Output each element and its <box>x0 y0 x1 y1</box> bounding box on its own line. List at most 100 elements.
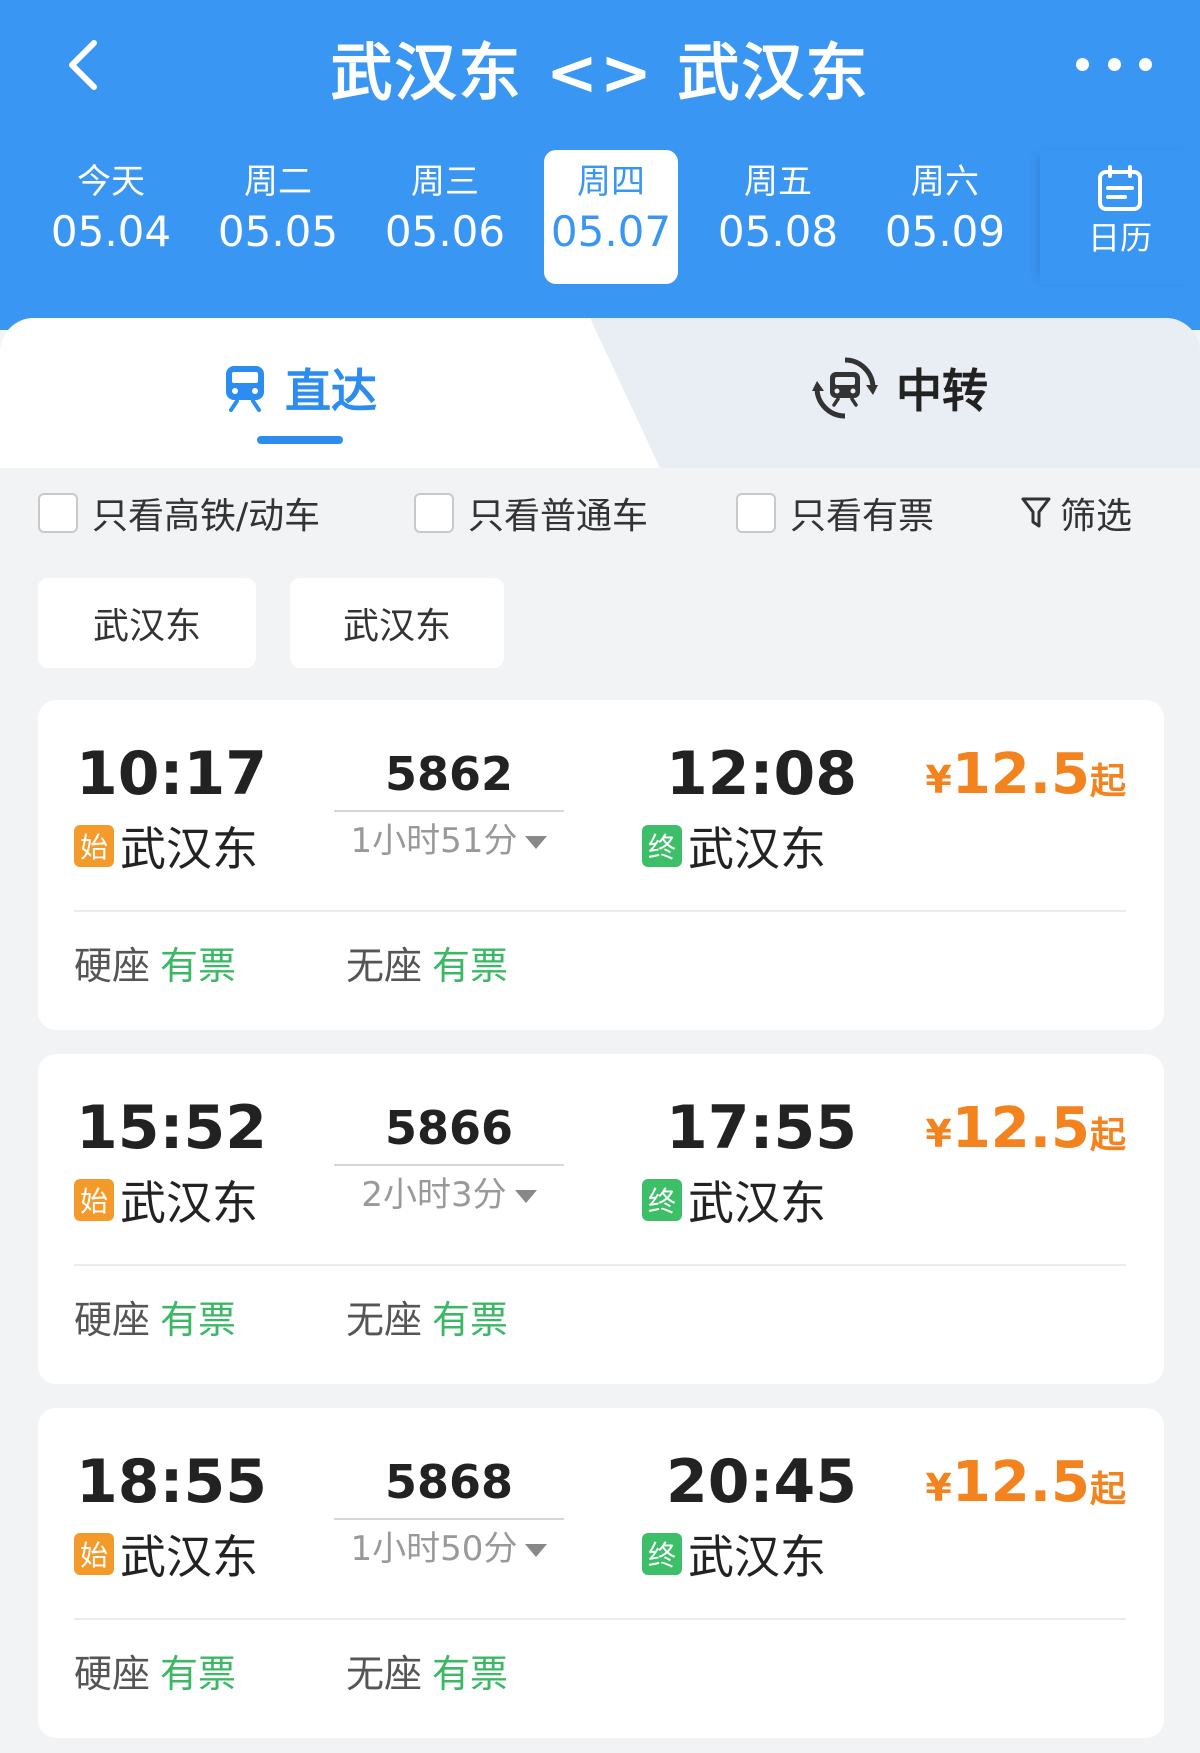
seat-type: 硬座 <box>74 944 151 988</box>
price-currency: ¥ <box>925 1112 952 1156</box>
route-line <box>334 810 564 812</box>
train-card[interactable]: 18:55 5868 1小时50分 20:45 始 武汉东 终 武汉东 ¥12.… <box>38 1408 1164 1738</box>
arrival-time: 12:08 <box>666 739 857 809</box>
caret-down-icon <box>525 1544 548 1557</box>
date-weekday: 周六 <box>911 162 979 202</box>
origin-badge: 始 <box>74 825 114 867</box>
seat-availability: 无座 有票 <box>346 1292 508 1348</box>
date-tab-fri[interactable]: 周五 05.08 <box>711 150 845 284</box>
date-tab-wed[interactable]: 周三 05.06 <box>378 150 512 284</box>
price-suffix: 起 <box>1089 1469 1126 1510</box>
checkbox[interactable] <box>38 493 78 533</box>
filter-available-only[interactable]: 只看有票 <box>736 480 934 546</box>
more-button[interactable] <box>1076 44 1152 84</box>
caret-down-icon <box>514 1190 537 1203</box>
seat-type: 无座 <box>346 1652 423 1696</box>
filter-row: 只看高铁/动车 只看普通车 只看有票 筛选 <box>0 480 1200 550</box>
station-name: 武汉东 <box>120 1176 258 1230</box>
seat-availability: 无座 有票 <box>346 1646 508 1702</box>
station-chip-arrival[interactable]: 武汉东 <box>290 578 504 668</box>
departure-station: 始 武汉东 <box>74 1526 258 1584</box>
train-number: 5866 <box>384 1101 514 1155</box>
duration-toggle[interactable]: 2小时3分 <box>334 1170 564 1220</box>
date-value: 05.05 <box>217 207 339 256</box>
date-value: 05.09 <box>884 207 1006 256</box>
route-type-tabs: 直达 中转 <box>0 318 1200 468</box>
station-chip-departure[interactable]: 武汉东 <box>38 578 256 668</box>
calendar-label: 日历 <box>1087 219 1152 257</box>
route-line <box>334 1164 564 1166</box>
more-dot <box>1107 57 1121 71</box>
station-name: 武汉东 <box>120 1530 258 1584</box>
divider <box>74 1264 1126 1266</box>
train-number: 5868 <box>384 1455 514 1509</box>
date-value: 05.04 <box>50 207 172 256</box>
filter-button-label: 筛选 <box>1060 496 1133 537</box>
duration-text: 1小时50分 <box>350 1529 518 1569</box>
calendar-button[interactable]: 日历 <box>1040 150 1200 284</box>
arrival-time: 20:45 <box>666 1447 857 1517</box>
price-amount: 12.5 <box>951 1450 1090 1515</box>
seat-availability: 硬座 有票 <box>74 1646 236 1702</box>
top-header: 武汉东 <> 武汉东 今天 05.04 周二 05.05 周三 05.06 周四… <box>0 0 1200 330</box>
divider <box>74 1618 1126 1620</box>
date-weekday: 周二 <box>244 162 312 202</box>
more-dot <box>1139 57 1152 71</box>
arrival-time: 17:55 <box>666 1093 857 1163</box>
train-number: 5862 <box>384 747 514 801</box>
checkbox[interactable] <box>414 493 454 533</box>
departure-time: 10:17 <box>76 739 267 809</box>
caret-down-icon <box>525 836 548 849</box>
station-name: 武汉东 <box>120 822 258 876</box>
station-name: 武汉东 <box>688 822 826 876</box>
seat-status: 有票 <box>432 1298 509 1342</box>
train-card[interactable]: 10:17 5862 1小时51分 12:08 始 武汉东 终 武汉东 ¥12.… <box>38 700 1164 1030</box>
arrival-station: 终 武汉东 <box>642 818 826 876</box>
tab-transfer[interactable]: 中转 <box>600 318 1200 458</box>
seat-type: 硬座 <box>74 1652 151 1696</box>
departure-time: 18:55 <box>76 1447 267 1517</box>
origin-badge: 始 <box>74 1179 114 1221</box>
filter-regular-only[interactable]: 只看普通车 <box>414 480 648 546</box>
checkbox[interactable] <box>736 493 776 533</box>
train-card[interactable]: 15:52 5866 2小时3分 17:55 始 武汉东 终 武汉东 ¥12.5… <box>38 1054 1164 1384</box>
seat-availability: 无座 有票 <box>346 938 508 994</box>
calendar-icon <box>1098 165 1142 211</box>
departure-station: 始 武汉东 <box>74 1172 258 1230</box>
seat-type: 硬座 <box>74 1298 151 1342</box>
price-suffix: 起 <box>1089 1115 1126 1156</box>
filter-label: 只看普通车 <box>468 496 649 537</box>
price-amount: 12.5 <box>951 742 1090 807</box>
date-tab-sat[interactable]: 周六 05.09 <box>878 150 1012 284</box>
price-amount: 12.5 <box>951 1096 1090 1161</box>
duration-toggle[interactable]: 1小时51分 <box>334 816 564 866</box>
filter-button[interactable]: 筛选 <box>1020 480 1132 546</box>
station-name: 武汉东 <box>688 1176 826 1230</box>
back-button[interactable] <box>52 30 112 100</box>
price-currency: ¥ <box>925 1466 952 1510</box>
terminal-badge: 终 <box>642 1179 682 1221</box>
active-tab-indicator <box>257 436 343 444</box>
price-suffix: 起 <box>1089 761 1126 802</box>
date-tab-today[interactable]: 今天 05.04 <box>44 150 178 284</box>
station-name: 武汉东 <box>688 1530 826 1584</box>
price: ¥12.5起 <box>925 1094 1126 1177</box>
date-tab-thu-selected[interactable]: 周四 05.07 <box>544 150 678 284</box>
transfer-train-icon <box>812 357 878 419</box>
filter-high-speed-only[interactable]: 只看高铁/动车 <box>38 480 320 546</box>
seat-status: 有票 <box>160 1298 237 1342</box>
price-currency: ¥ <box>925 758 952 802</box>
date-weekday: 周四 <box>577 162 645 202</box>
seat-status: 有票 <box>160 944 237 988</box>
seat-availability: 硬座 有票 <box>74 938 236 994</box>
date-tab-tue[interactable]: 周二 05.05 <box>211 150 345 284</box>
duration-text: 2小时3分 <box>361 1175 507 1215</box>
seat-type: 无座 <box>346 1298 423 1342</box>
tab-transfer-label: 中转 <box>896 364 988 418</box>
funnel-icon <box>1021 497 1051 528</box>
price: ¥12.5起 <box>925 740 1126 823</box>
arrival-station: 终 武汉东 <box>642 1526 826 1584</box>
departure-station: 始 武汉东 <box>74 818 258 876</box>
price: ¥12.5起 <box>925 1448 1126 1531</box>
duration-toggle[interactable]: 1小时50分 <box>334 1524 564 1574</box>
